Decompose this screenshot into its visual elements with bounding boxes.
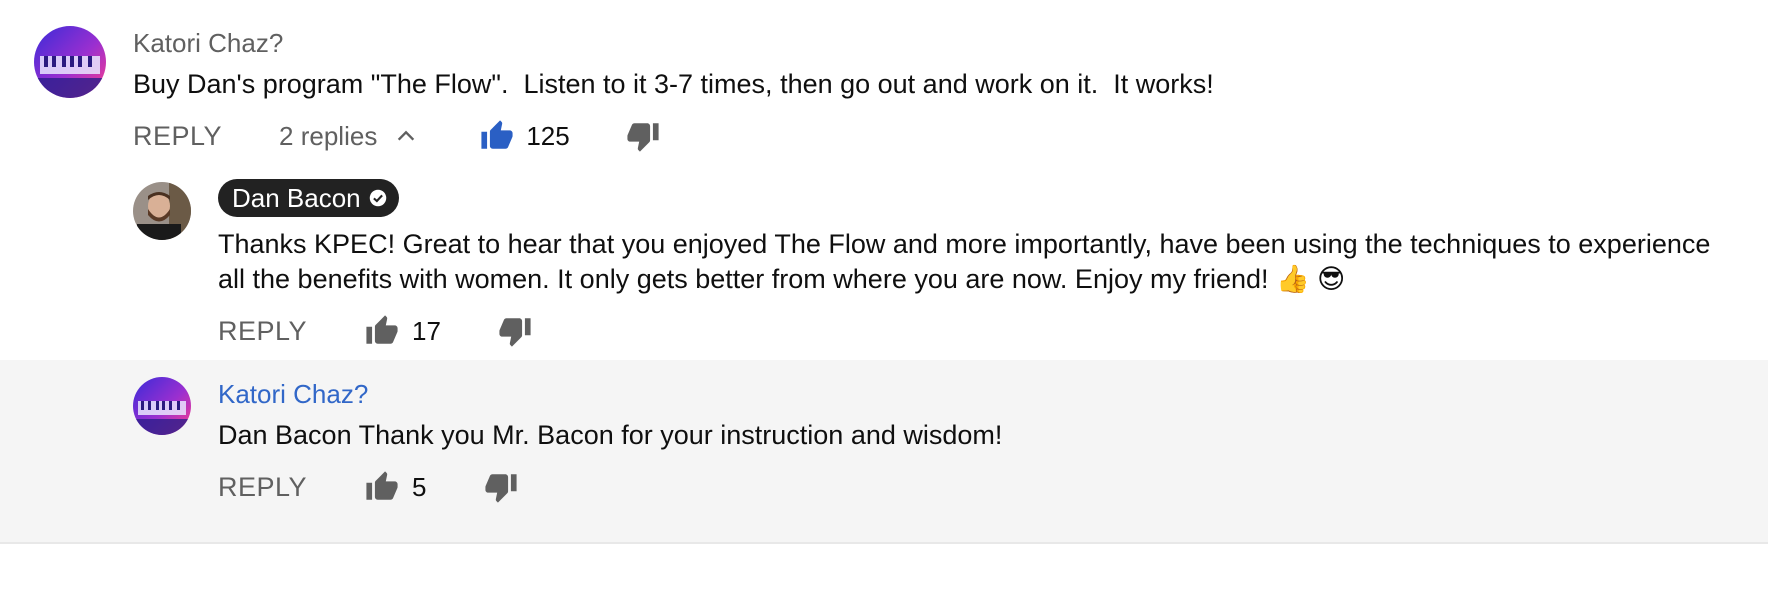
replies-toggle-button[interactable]: 2 replies: [279, 121, 417, 152]
dislike-icon[interactable]: [498, 314, 532, 348]
comment-actions: REPLY 5: [218, 467, 518, 507]
reply-button[interactable]: REPLY: [218, 472, 307, 503]
comment-text: Thanks KPEC! Great to hear that you enjo…: [218, 224, 1718, 299]
comment-text: Dan Bacon Thank you Mr. Bacon for your i…: [218, 420, 1003, 450]
avatar-image-icon: [34, 26, 106, 98]
like-count: 125: [526, 120, 570, 151]
comment-actions: REPLY 17: [218, 311, 532, 351]
avatar-image-icon: [133, 377, 191, 435]
like-icon[interactable]: [365, 470, 399, 504]
chevron-up-icon: [398, 130, 415, 141]
comment-author[interactable]: Katori Chaz?: [133, 28, 283, 59]
comment-text-line: all the benefits with women. It only get…: [218, 264, 1346, 294]
comment-text: Buy Dan's program "The Flow". Listen to …: [133, 69, 1214, 99]
avatar[interactable]: [133, 377, 191, 435]
channel-owner-badge[interactable]: Dan Bacon: [218, 179, 399, 217]
avatar[interactable]: [34, 26, 106, 98]
like-count: 17: [412, 315, 441, 346]
reply-button[interactable]: REPLY: [133, 121, 222, 152]
comment-author: Dan Bacon: [232, 182, 361, 213]
like-count: 5: [412, 471, 427, 502]
like-icon[interactable]: [480, 119, 514, 153]
divider: [0, 542, 1768, 544]
avatar[interactable]: [133, 182, 191, 240]
comment-author[interactable]: Katori Chaz?: [218, 379, 368, 410]
verified-check-icon: [369, 189, 386, 207]
dislike-icon[interactable]: [484, 470, 518, 504]
comment-text-line: Thanks KPEC! Great to hear that you enjo…: [218, 229, 1711, 259]
reply-button[interactable]: REPLY: [218, 316, 307, 347]
avatar-image-icon: [133, 182, 191, 240]
like-icon[interactable]: [365, 314, 399, 348]
comment-actions: REPLY 2 replies 125: [133, 116, 660, 156]
dislike-icon[interactable]: [626, 119, 660, 153]
replies-count-label: 2 replies: [279, 120, 378, 151]
